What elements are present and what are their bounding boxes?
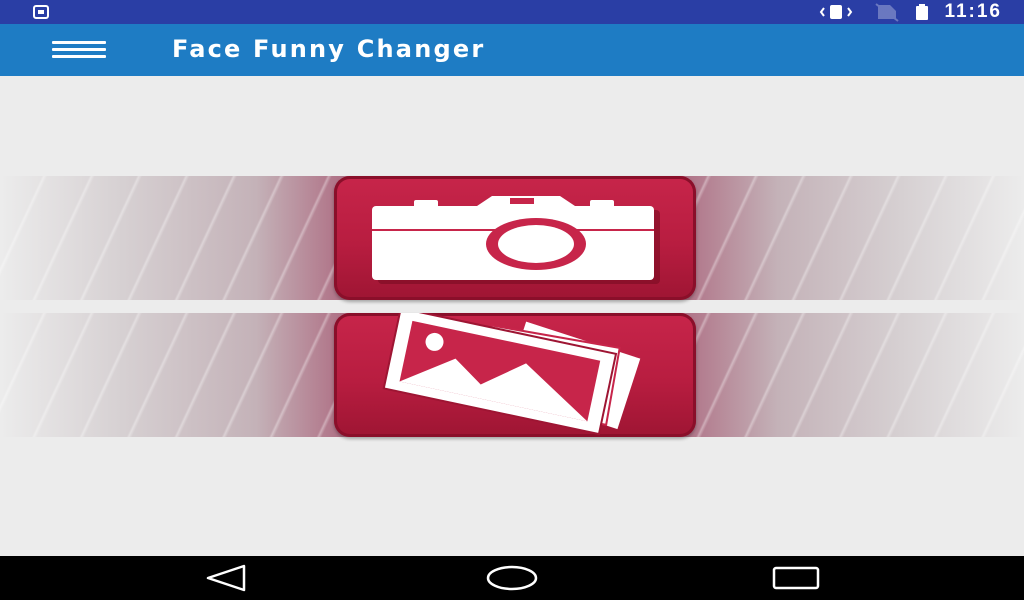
gallery-button[interactable] — [334, 313, 696, 437]
status-bar: 11:16 — [0, 0, 1024, 24]
no-sim-icon — [875, 3, 900, 22]
screen: 11:16 Face Funny Changer — [0, 0, 1024, 600]
camera-icon — [372, 196, 660, 284]
status-icons: 11:16 — [814, 0, 1002, 24]
camera-button[interactable] — [334, 176, 696, 300]
back-icon[interactable] — [200, 564, 260, 592]
main-content — [0, 76, 1024, 556]
navigation-bar — [0, 556, 1024, 600]
app-title: Face Funny Changer — [172, 35, 486, 63]
hamburger-menu-icon[interactable] — [50, 38, 110, 62]
home-icon[interactable] — [482, 564, 542, 592]
battery-icon — [916, 4, 929, 20]
vibrate-icon — [820, 5, 853, 19]
status-time: 11:16 — [944, 1, 1002, 22]
screenshot-icon — [33, 5, 49, 19]
recents-icon[interactable] — [766, 564, 826, 592]
app-bar: Face Funny Changer — [0, 24, 1024, 76]
gallery-photos-icon — [382, 313, 641, 436]
